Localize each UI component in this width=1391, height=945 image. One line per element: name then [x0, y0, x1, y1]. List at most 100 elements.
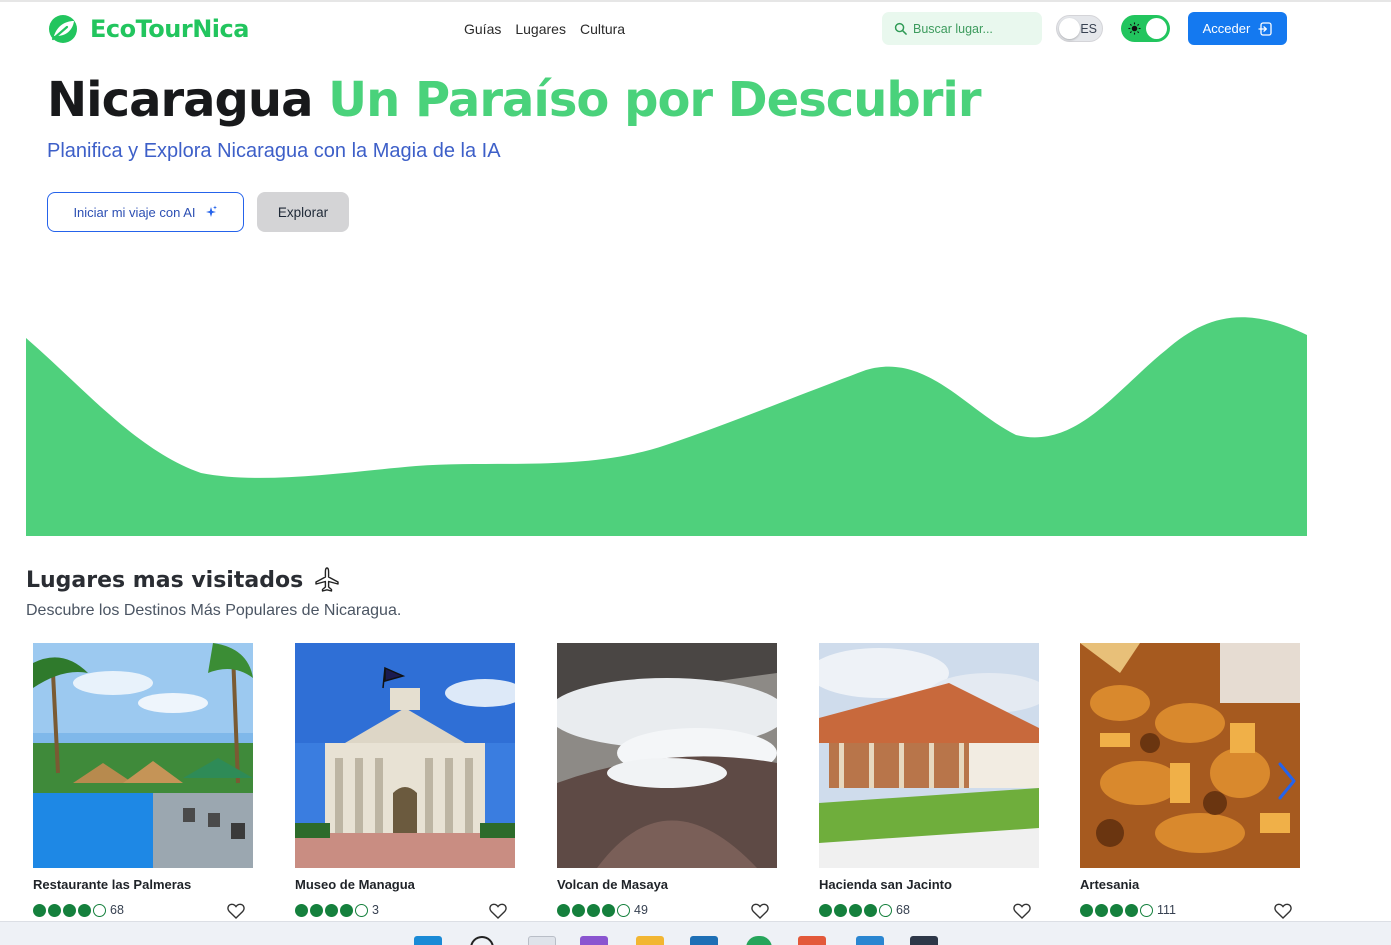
favorite-heart-icon[interactable]	[489, 903, 507, 919]
vscode-icon[interactable]	[856, 936, 884, 945]
carousel-next-chevron-icon[interactable]	[1274, 760, 1300, 802]
rating-dot-filled	[78, 903, 91, 917]
login-icon	[1258, 21, 1272, 36]
brand-name: EcoTourNica	[90, 15, 249, 43]
place-card[interactable]: Restaurante las Palmeras 68	[33, 643, 253, 923]
rating-dot-filled	[864, 903, 877, 917]
nav-link-cultura[interactable]: Cultura	[580, 21, 625, 37]
terminal-icon[interactable]	[910, 936, 938, 945]
rating-dot-filled	[1080, 903, 1093, 917]
review-count: 49	[634, 903, 648, 917]
rating-dot-filled	[834, 903, 847, 917]
place-rating: 49	[557, 903, 648, 917]
start-trip-ai-label: Iniciar mi viaje con AI	[73, 204, 196, 220]
hero-title-dark: Nicaragua	[47, 72, 313, 128]
file-explorer-icon[interactable]	[636, 936, 664, 945]
place-rating: 3	[295, 903, 379, 917]
review-count: 3	[372, 903, 379, 917]
place-card[interactable]: Volcan de Masaya 49	[557, 643, 777, 923]
sparkles-icon	[205, 205, 217, 217]
place-card[interactable]: Museo de Managua 3	[295, 643, 515, 923]
rating-dot-filled	[63, 903, 76, 917]
rating-dot-filled	[557, 903, 570, 917]
place-image-museum	[295, 643, 515, 868]
place-image-restaurant-pool	[33, 643, 253, 868]
airplane-icon	[315, 567, 339, 592]
visual-studio-icon[interactable]	[580, 936, 608, 945]
rating-dot-filled	[325, 903, 338, 917]
rating-dot-filled	[310, 903, 323, 917]
place-name: Hacienda san Jacinto	[819, 877, 952, 892]
os-taskbar	[0, 921, 1391, 945]
rating-dot-empty	[355, 903, 368, 917]
review-count: 68	[110, 903, 124, 917]
hero-wave-shape	[26, 317, 1307, 536]
hero-title-green: Un Paraíso por Descubrir	[328, 72, 981, 128]
search-taskbar-icon[interactable]	[470, 936, 494, 945]
nav-link-guias[interactable]: Guías	[464, 21, 501, 37]
place-rating: 68	[819, 903, 910, 917]
rating-dot-filled	[587, 903, 600, 917]
explore-label: Explorar	[277, 204, 329, 220]
rating-dot-filled	[849, 903, 862, 917]
hero-title: Nicaragua Un Paraíso por Descubrir	[47, 70, 982, 130]
place-rating: 111	[1080, 903, 1176, 917]
login-button[interactable]: Acceder	[1188, 12, 1287, 45]
place-image-crafts	[1080, 643, 1300, 868]
section-title: Lugares mas visitados	[26, 566, 341, 594]
rating-dot-filled	[602, 903, 615, 917]
rating-dot-filled	[340, 903, 353, 917]
rating-dot-filled	[33, 903, 46, 917]
main-menu: Guías Lugares Cultura	[464, 21, 625, 37]
rating-dot-empty	[93, 903, 106, 917]
start-trip-ai-button[interactable]: Iniciar mi viaje con AI	[47, 192, 244, 232]
favorite-heart-icon[interactable]	[1013, 903, 1031, 919]
language-label: ES	[1080, 22, 1097, 36]
browser-icon[interactable]	[798, 936, 826, 945]
explore-button[interactable]: Explorar	[257, 192, 349, 232]
place-name: Volcan de Masaya	[557, 877, 669, 892]
place-card[interactable]: Artesania 111	[1080, 643, 1300, 923]
places-carousel: Restaurante las Palmeras 68 Museo de Man…	[33, 643, 1300, 923]
theme-toggle-knob	[1146, 18, 1167, 39]
store-icon[interactable]	[690, 936, 718, 945]
place-name: Artesania	[1080, 877, 1140, 892]
leaf-logo-icon	[49, 15, 77, 43]
place-image-volcano	[557, 643, 777, 868]
nav-link-lugares[interactable]: Lugares	[515, 21, 566, 37]
language-toggle-knob	[1059, 18, 1080, 39]
rating-dot-filled	[572, 903, 585, 917]
search-input[interactable]	[913, 21, 1033, 36]
task-view-icon[interactable]	[528, 936, 556, 945]
place-card[interactable]: Hacienda san Jacinto 68	[819, 643, 1039, 923]
language-toggle[interactable]: ES	[1056, 15, 1103, 42]
login-label: Acceder	[1202, 21, 1251, 36]
brand-logo[interactable]: EcoTourNica	[47, 14, 249, 44]
place-name: Museo de Managua	[295, 877, 415, 892]
rating-dot-filled	[1125, 903, 1138, 917]
rating-dot-empty	[1140, 903, 1153, 917]
section-subtitle: Descubre los Destinos Más Populares de N…	[26, 602, 402, 619]
section-title-text: Lugares mas visitados	[26, 567, 304, 593]
whatsapp-icon[interactable]	[746, 936, 772, 945]
navbar: EcoTourNica Guías Lugares Cultura ES Ac	[0, 10, 1391, 50]
rating-dot-empty	[879, 903, 892, 917]
start-menu-icon[interactable]	[414, 936, 442, 945]
search-box[interactable]	[882, 12, 1042, 45]
rating-dot-empty	[617, 903, 630, 917]
review-count: 111	[1157, 903, 1177, 917]
favorite-heart-icon[interactable]	[751, 903, 769, 919]
top-border	[0, 0, 1391, 2]
theme-toggle[interactable]	[1121, 15, 1170, 42]
rating-dot-filled	[48, 903, 61, 917]
rating-dot-filled	[819, 903, 832, 917]
sun-icon	[1128, 22, 1141, 35]
rating-dot-filled	[295, 903, 308, 917]
place-rating: 68	[33, 903, 124, 917]
place-name: Restaurante las Palmeras	[33, 877, 192, 892]
favorite-heart-icon[interactable]	[227, 903, 245, 919]
hero-subtitle: Planifica y Explora Nicaragua con la Mag…	[47, 140, 501, 162]
favorite-heart-icon[interactable]	[1274, 903, 1292, 919]
rating-dot-filled	[1095, 903, 1108, 917]
place-image-hacienda	[819, 643, 1039, 868]
